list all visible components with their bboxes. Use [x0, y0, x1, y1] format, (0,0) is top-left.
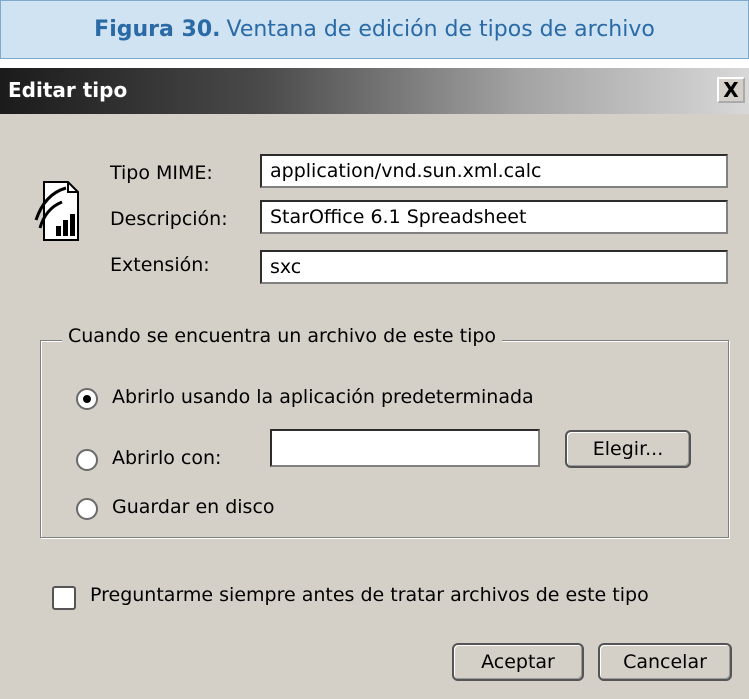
description-label: Descripción: [110, 208, 228, 230]
figure-caption-text: Ventana de edición de tipos de archivo [226, 17, 655, 42]
extension-label: Extensión: [110, 254, 210, 276]
cancel-button[interactable]: Cancelar [598, 643, 732, 681]
always-ask-label: Preguntarme siempre antes de tratar arch… [90, 584, 649, 606]
radio-open-default-label: Abrirlo usando la aplicación predetermin… [112, 386, 534, 408]
radio-open-with-button[interactable] [76, 449, 98, 471]
edit-type-dialog: Editar tipo X Tipo MIME: application/vnd… [0, 68, 749, 699]
description-field[interactable]: StarOffice 6.1 Spreadsheet [260, 200, 728, 234]
close-icon: X [723, 78, 739, 102]
mime-type-label: Tipo MIME: [110, 162, 213, 184]
mime-type-field[interactable]: application/vnd.sun.xml.calc [260, 154, 728, 188]
choose-button[interactable]: Elegir... [565, 430, 691, 468]
figure-caption-number: Figura 30. [94, 17, 221, 42]
file-action-group-legend: Cuando se encuentra un archivo de este t… [62, 325, 503, 347]
radio-open-with-label: Abrirlo con: [112, 447, 222, 469]
radio-save-to-disk-label: Guardar en disco [112, 496, 275, 518]
radio-open-default-button[interactable] [76, 388, 98, 410]
close-button[interactable]: X [717, 77, 745, 103]
figure-caption: Figura 30. Ventana de edición de tipos d… [0, 0, 749, 59]
always-ask-checkbox[interactable] [52, 586, 76, 610]
ok-button[interactable]: Aceptar [452, 643, 584, 681]
dialog-title: Editar tipo [8, 78, 128, 102]
radio-save-to-disk-button[interactable] [76, 498, 98, 520]
extension-field[interactable]: sxc [260, 250, 728, 284]
dialog-titlebar[interactable]: Editar tipo X [0, 68, 749, 114]
spreadsheet-document-icon [34, 180, 80, 246]
open-with-field[interactable] [270, 429, 540, 467]
